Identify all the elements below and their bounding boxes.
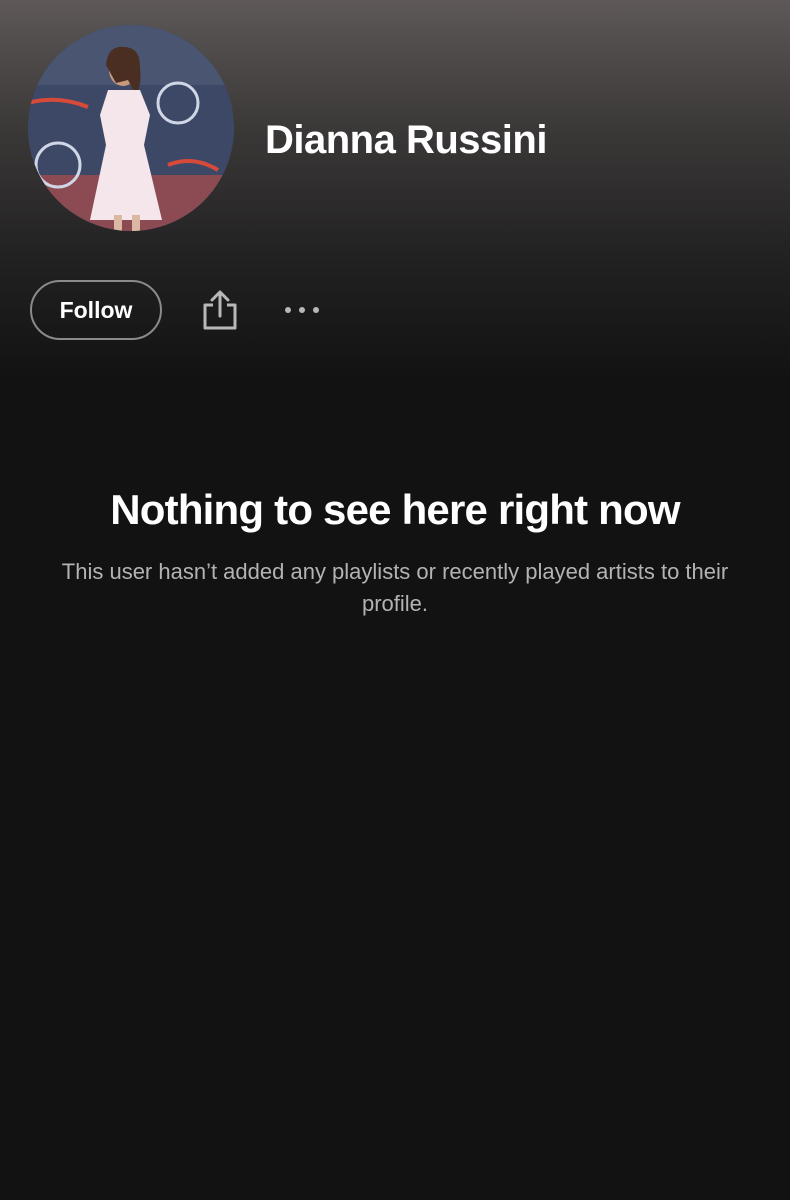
share-button[interactable] <box>200 288 240 332</box>
follow-button[interactable]: Follow <box>30 280 162 340</box>
profile-photo-icon <box>28 25 234 231</box>
share-icon <box>203 290 237 330</box>
avatar <box>28 25 234 231</box>
action-bar: Follow <box>30 280 324 340</box>
more-icon <box>285 307 319 313</box>
more-options-button[interactable] <box>280 295 324 325</box>
empty-state-title: Nothing to see here right now <box>110 486 680 533</box>
profile-name: Dianna Russini <box>265 118 547 162</box>
empty-state-description: This user hasn’t added any playlists or … <box>61 559 729 616</box>
empty-state: Nothing to see here right now This user … <box>0 482 790 620</box>
